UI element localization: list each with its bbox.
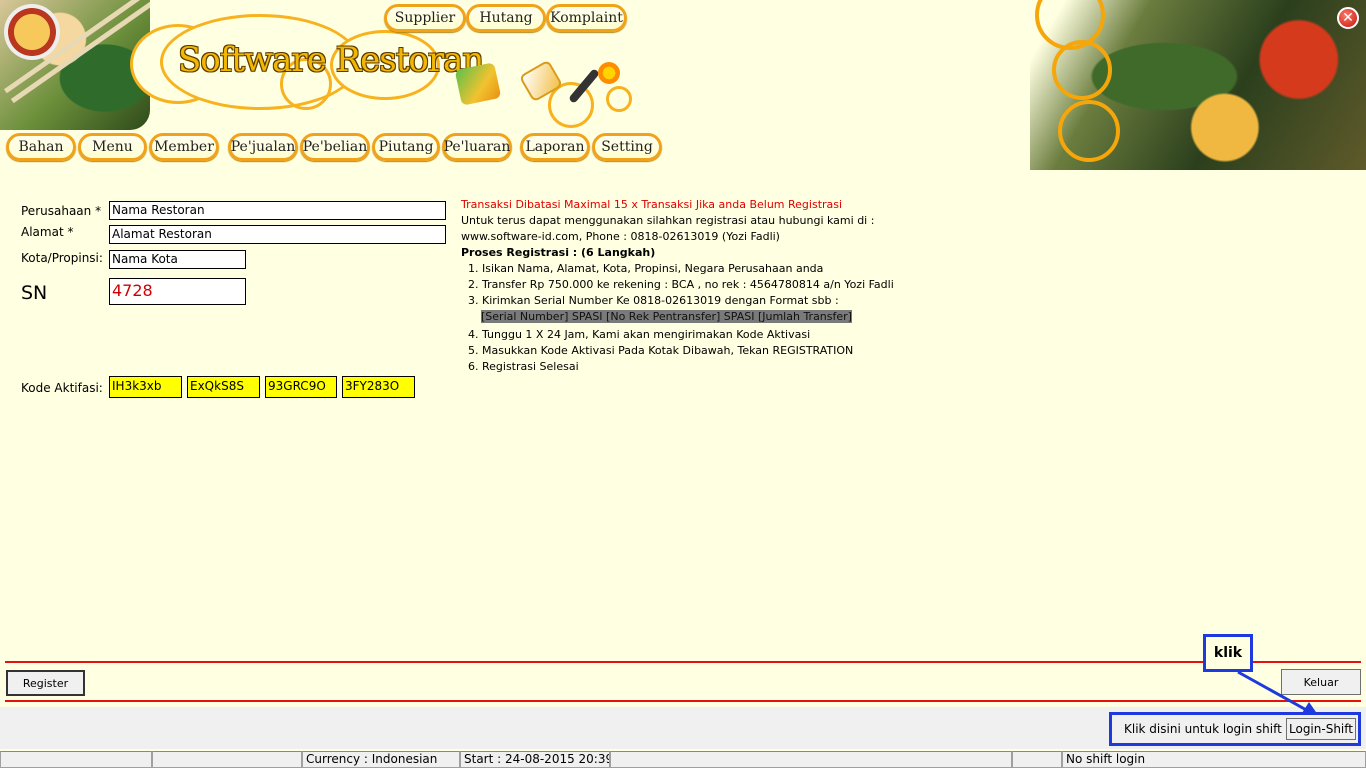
food-photo-left [0,0,150,130]
login-shift-hint: Klik disini untuk login shift [1124,722,1282,736]
step-5: 5. Masukkan Kode Aktivasi Pada Kotak Dib… [468,344,854,357]
status-cell-empty [610,751,1012,768]
status-bar: Currency : Indonesian Start : 24-08-2015… [0,751,1366,768]
status-currency: Currency : Indonesian [302,751,460,768]
step-3: 3. Kirimkan Serial Number Ke 0818-026130… [468,294,839,307]
klik-callout: klik [1203,634,1253,672]
menu-supplier[interactable]: Supplier [384,4,466,32]
ring-decoration [1052,40,1112,100]
kode-aktifasi-field-4[interactable]: 3FY283O [342,376,415,398]
menu-bahan[interactable]: Bahan [6,133,76,161]
kota-label: Kota/Propinsi: [21,251,103,265]
step-1: 1. Isikan Nama, Alamat, Kota, Propinsi, … [468,262,824,275]
step-4: 4. Tunggu 1 X 24 Jam, Kami akan mengirim… [468,328,811,341]
divider-line [5,700,1361,702]
menu-member[interactable]: Member [149,133,219,161]
menu-menu[interactable]: Menu [78,133,147,161]
step-2: 2. Transfer Rp 750.000 ke rekening : BCA… [468,278,894,291]
step-3-format-row: [Serial Number] SPASI [No Rek Pentransfe… [468,309,894,327]
app-logo: Software Restoran [178,40,484,80]
divider-line [5,661,1361,663]
info-website-line: www.software-id.com, Phone : 0818-026130… [461,230,780,243]
status-cell-empty [0,751,152,768]
food-photo-right [1030,0,1366,170]
menu-penjualan[interactable]: Pe'jualan [228,133,298,161]
sn-label: SN [21,282,48,304]
kode-aktifasi-label: Kode Aktifasi: [21,381,103,395]
menu-pengeluaran[interactable]: Pe'luaran [442,133,512,161]
ring-decoration [1058,100,1120,162]
perusahaan-label: Perusahaan * [21,204,102,218]
kode-aktifasi-field-3[interactable]: 93GRC9O [265,376,337,398]
status-cell-empty [152,751,302,768]
login-shift-button[interactable]: Login-Shift [1286,718,1356,740]
alamat-field[interactable]: Alamat Restoran [109,225,446,244]
menu-setting[interactable]: Setting [592,133,662,161]
payment-card-icon [454,62,502,106]
register-button[interactable]: Register [6,670,85,696]
callout-arrow [1237,670,1318,715]
alamat-label: Alamat * [21,225,74,239]
kota-field[interactable]: Nama Kota [109,250,246,269]
sn-field[interactable]: 4728 [109,278,246,305]
registration-steps-list: 1. Isikan Nama, Alamat, Kota, Propinsi, … [468,261,894,375]
registration-steps-heading: Proses Registrasi : (6 Langkah) [461,246,656,259]
info-contact-line: Untuk terus dapat menggunakan silahkan r… [461,214,875,227]
perusahaan-field[interactable]: Nama Restoran [109,201,446,220]
kode-aktifasi-field-2[interactable]: ExQkS8S [187,376,260,398]
status-shift: No shift login [1062,751,1366,768]
menu-piutang[interactable]: Piutang [372,133,440,161]
ring-decoration [606,86,632,112]
app-header: Software Restoran Supplier Hutang Kompla… [0,0,1366,170]
transaction-limit-warning: Transaksi Dibatasi Maximal 15 x Transaks… [461,198,843,211]
step-6: 6. Registrasi Selesai [468,360,579,373]
sms-format-text: [Serial Number] SPASI [No Rek Pentransfe… [481,310,852,323]
noodle-bowl-image [4,4,60,60]
sparkle-icon [598,62,620,84]
menu-hutang[interactable]: Hutang [466,4,546,32]
menu-komplaint[interactable]: Komplaint [546,4,627,32]
close-icon[interactable]: ✕ [1337,7,1359,29]
menu-laporan[interactable]: Laporan [520,133,590,161]
status-cell-empty [1012,751,1062,768]
status-start-time: Start : 24-08-2015 20:39:35 [460,751,610,768]
kode-aktifasi-field-1[interactable]: IH3k3xb [109,376,182,398]
menu-pembelian[interactable]: Pe'belian [300,133,370,161]
